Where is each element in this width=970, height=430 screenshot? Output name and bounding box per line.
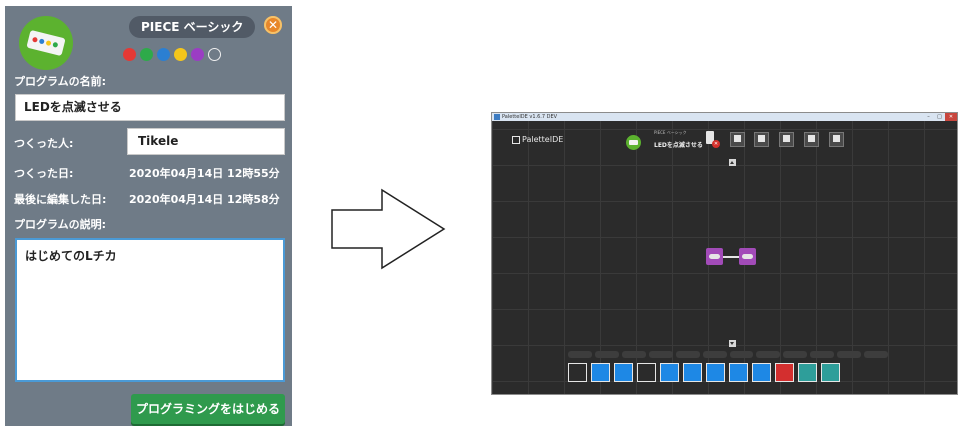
color-blue[interactable] <box>157 48 170 61</box>
color-green[interactable] <box>140 48 153 61</box>
created-date-value: 2020年04月14日 12時55分 <box>129 167 280 180</box>
palette-blocks <box>568 363 888 383</box>
palette-block-number[interactable] <box>798 363 817 382</box>
exit-button[interactable] <box>829 132 844 147</box>
palette-block-pwm[interactable] <box>591 363 610 382</box>
scroll-down-button[interactable] <box>729 340 736 347</box>
piece-board-icon <box>19 16 73 70</box>
palette-label <box>675 351 700 358</box>
block-connection <box>723 256 739 258</box>
program-info-dialog: PIECE ベーシック ✕ プログラムの名前: LEDを点滅させる つくった人:… <box>5 6 292 426</box>
window-title: PaletteIDE v1.6.7 DEV <box>502 114 558 120</box>
app-icon <box>494 114 500 120</box>
close-icon: ✕ <box>267 18 279 32</box>
scroll-up-button[interactable] <box>729 159 736 166</box>
palette-label <box>864 351 889 358</box>
program-kind-text: PIECE ベーシック <box>654 130 687 135</box>
settings-button[interactable] <box>730 132 745 147</box>
block-palette <box>568 351 889 389</box>
window-titlebar: PaletteIDE v1.6.7 DEV – □ ✕ <box>492 113 957 121</box>
description-textarea[interactable]: はじめてのLチカ <box>15 238 285 382</box>
color-red[interactable] <box>123 48 136 61</box>
palette-block-line[interactable] <box>568 363 587 382</box>
palette-label <box>756 351 781 358</box>
palette-label <box>568 351 592 358</box>
palette-label <box>810 351 835 358</box>
palette-label <box>729 351 754 358</box>
edited-date-label: 最後に編集した日: <box>14 193 107 206</box>
capture-button[interactable] <box>804 132 819 147</box>
palette-block-input[interactable] <box>614 363 633 382</box>
close-button[interactable]: ✕ <box>264 16 282 34</box>
save-icon <box>783 135 790 142</box>
palette-block-sound[interactable] <box>729 363 748 382</box>
disconnected-icon: ✕ <box>712 140 720 148</box>
undo-icon <box>758 135 765 142</box>
right-arrow-icon <box>331 188 446 270</box>
palette-ide-logo: PaletteIDE <box>512 135 563 144</box>
palette-block-loop[interactable] <box>637 363 656 382</box>
description-label: プログラムの説明: <box>14 218 107 231</box>
palette-block-led-on[interactable] <box>683 363 702 382</box>
color-purple[interactable] <box>191 48 204 61</box>
color-yellow[interactable] <box>174 48 187 61</box>
start-programming-button[interactable]: プログラミングをはじめる <box>131 394 285 424</box>
maximize-button[interactable]: □ <box>935 113 944 121</box>
color-picker <box>123 48 221 61</box>
program-name-label: プログラムの名前: <box>14 75 107 88</box>
palette-block-led[interactable] <box>660 363 679 382</box>
save-button[interactable] <box>779 132 794 147</box>
palette-label <box>594 351 619 358</box>
timer-block[interactable] <box>739 248 756 265</box>
palette-category-labels <box>568 351 889 360</box>
close-icon <box>833 135 840 142</box>
logo-icon <box>512 135 520 144</box>
palette-label <box>837 351 862 358</box>
palette-label <box>621 351 646 358</box>
author-label: つくった人: <box>14 137 74 150</box>
palette-label <box>648 351 673 358</box>
palette-ide-window: PaletteIDE v1.6.7 DEV – □ ✕ PaletteIDE P… <box>491 112 958 395</box>
color-none[interactable] <box>208 48 221 61</box>
palette-block-timer[interactable] <box>752 363 771 382</box>
led-block[interactable] <box>706 248 723 265</box>
palette-label <box>702 351 727 358</box>
program-name-text[interactable]: LEDを点滅させる <box>654 140 703 149</box>
logo-text: PaletteIDE <box>522 135 564 144</box>
gear-icon <box>734 135 741 142</box>
created-date-label: つくった日: <box>14 167 74 180</box>
program-name-input[interactable]: LEDを点滅させる <box>15 94 285 121</box>
minimize-button[interactable]: – <box>924 113 933 121</box>
edited-date-value: 2020年04月14日 12時58分 <box>129 193 280 206</box>
camera-icon <box>808 135 815 142</box>
undo-button[interactable] <box>754 132 769 147</box>
palette-label <box>783 351 808 358</box>
palette-block-forever[interactable] <box>775 363 794 382</box>
program-board-icon <box>626 135 641 150</box>
author-input[interactable]: Tikele <box>127 128 285 155</box>
palette-block-led-off[interactable] <box>706 363 725 382</box>
window-close-button[interactable]: ✕ <box>945 113 957 121</box>
palette-block-end[interactable] <box>821 363 840 382</box>
board-kind-badge: PIECE ベーシック <box>129 16 256 38</box>
